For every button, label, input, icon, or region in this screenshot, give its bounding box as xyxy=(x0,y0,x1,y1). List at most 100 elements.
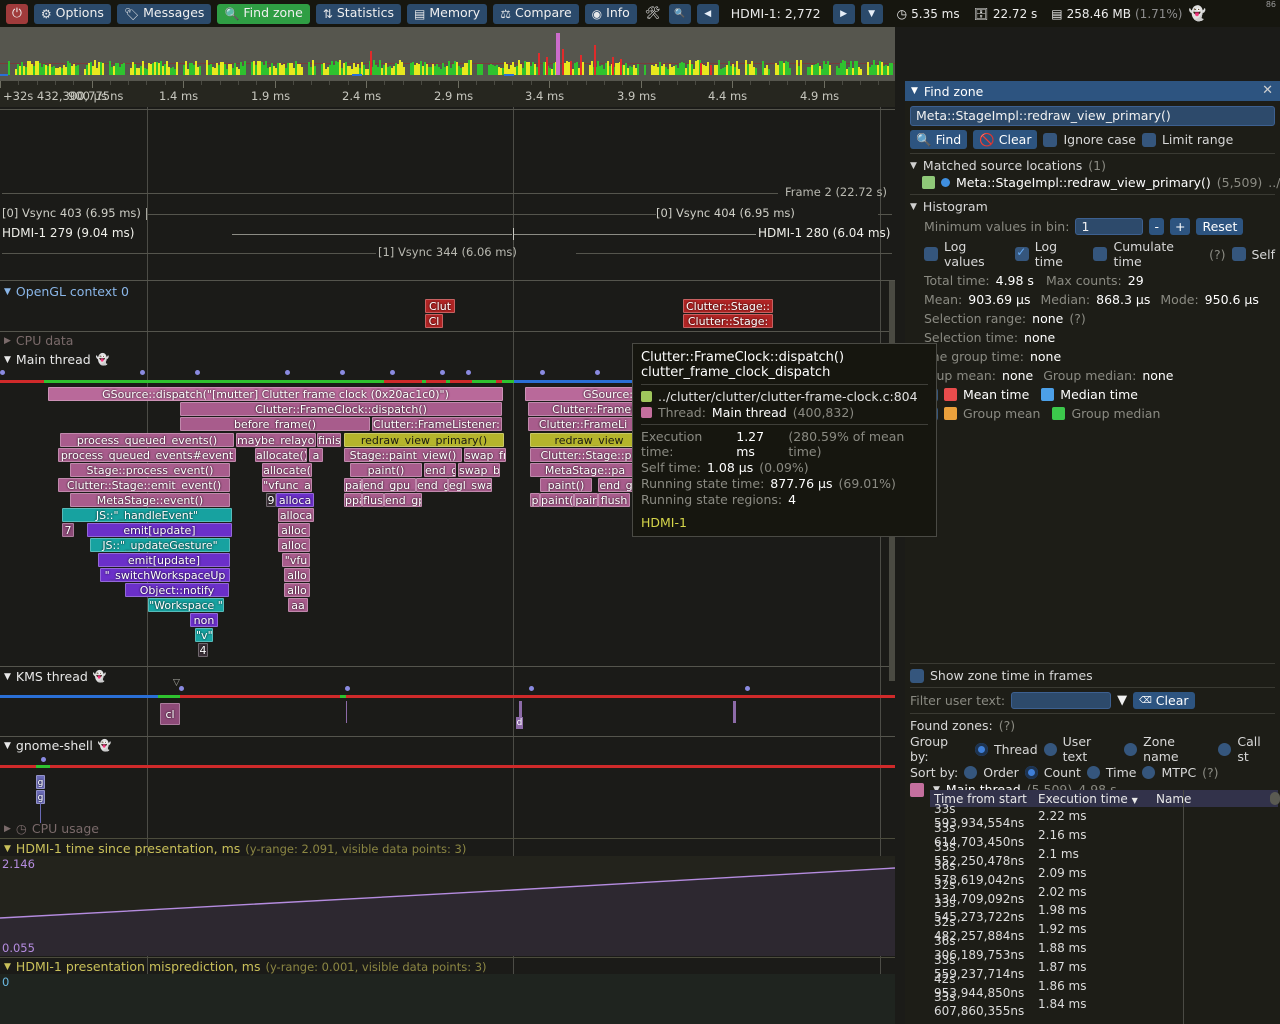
log-values-checkbox[interactable] xyxy=(924,247,938,261)
opengl-zone[interactable]: Cl xyxy=(425,314,443,328)
timeline-zone[interactable]: JS::"_handleEvent" xyxy=(62,508,232,522)
timeline-zone[interactable]: flus xyxy=(362,493,384,507)
timeline-zone[interactable]: Clutter::FrameClock::dispatch() xyxy=(180,402,502,416)
timeline-zone[interactable]: flush xyxy=(598,493,630,507)
track-gnome-shell[interactable]: ▼ gnome-shell 👻 xyxy=(4,738,112,753)
timeline-zone[interactable]: maybe_relayout xyxy=(236,433,316,447)
opengl-zone[interactable]: Clutter::Stage:: xyxy=(683,299,773,313)
timeline-zone[interactable]: finish xyxy=(317,433,341,447)
track-plot-presentation-misprediction[interactable]: ▼ HDMI-1 presentation misprediction, ms … xyxy=(4,959,487,974)
plot-1-area[interactable] xyxy=(0,974,895,1024)
timeline-zone[interactable]: allocate( xyxy=(262,463,312,477)
plot-0-area[interactable] xyxy=(0,856,895,956)
timeline-zone[interactable]: Object::notify xyxy=(125,583,229,597)
timeline-zone[interactable]: Stage::paint_view() xyxy=(344,448,462,462)
next-frame-button[interactable]: ▶ xyxy=(833,4,855,24)
ghost-icon[interactable]: 👻 xyxy=(98,739,112,752)
ghost-icon[interactable]: 👻 xyxy=(93,670,107,683)
sort-by-count-radio[interactable] xyxy=(1025,766,1038,779)
track-plot-time-since-presentation[interactable]: ▼ HDMI-1 time since presentation, ms (y-… xyxy=(4,841,466,856)
selected-radio-icon[interactable] xyxy=(941,178,950,187)
options-button[interactable]: ⚙ Options xyxy=(34,4,111,24)
filter-clear-button[interactable]: ⌫ Clear xyxy=(1133,692,1194,709)
messages-button[interactable]: 🏷 Messages xyxy=(117,4,212,24)
reset-button[interactable]: Reset xyxy=(1196,218,1243,235)
histogram-header[interactable]: ▼ Histogram xyxy=(910,199,1275,214)
group-by-call-stack-radio[interactable] xyxy=(1218,743,1231,756)
timeline-zone[interactable]: paint( xyxy=(540,493,574,507)
timeline-zone[interactable]: 7 xyxy=(62,523,74,537)
prev-frame-button[interactable]: ◀ xyxy=(697,4,719,24)
timeline-zone[interactable]: end_g xyxy=(424,463,456,477)
timeline-zone[interactable]: end_gpu_s xyxy=(362,478,416,492)
statistics-button[interactable]: ⇅ Statistics xyxy=(316,4,401,24)
timeline-zone[interactable]: MetaStage::event() xyxy=(70,493,230,507)
timeline-zone[interactable]: g xyxy=(36,790,45,804)
opengl-zone[interactable]: Clutter::Stage: xyxy=(683,314,773,328)
timeline-zone[interactable]: "v" xyxy=(195,628,213,642)
timeline-zone[interactable]: alloca xyxy=(276,493,314,507)
timeline-zone[interactable]: alloc xyxy=(278,538,310,552)
sort-by-order-radio[interactable] xyxy=(964,766,977,779)
timeline-zone[interactable]: Clutter::Stage::p xyxy=(530,448,642,462)
timeline-zone[interactable]: "Workspace " xyxy=(148,598,224,612)
track-cpu-usage[interactable]: ▶ ◷ CPU usage xyxy=(4,821,99,836)
find-button[interactable]: 🔍 Find xyxy=(910,130,967,149)
timeline-zone[interactable]: Stage::process_event() xyxy=(70,463,230,477)
column-execution-time[interactable]: Execution time ▼ xyxy=(1038,792,1156,806)
close-icon[interactable]: ✕ xyxy=(1262,83,1273,98)
timeline-zone[interactable]: end_g xyxy=(598,478,634,492)
track-main-thread[interactable]: ▼ Main thread 👻 xyxy=(4,352,109,367)
timeline-zone[interactable]: cl xyxy=(160,703,180,725)
tools-icon[interactable]: 🛠 xyxy=(643,4,663,24)
timeline-view[interactable]: +32s 432,300,775ns900 µs1.4 ms1.9 ms2.4 … xyxy=(0,81,895,1024)
sort-by-time-radio[interactable] xyxy=(1087,766,1100,779)
clear-button[interactable]: 🚫 Clear xyxy=(973,130,1037,149)
timeline-zone[interactable]: pai xyxy=(344,478,362,492)
show-zone-time-checkbox[interactable] xyxy=(910,669,924,683)
timeline-zone[interactable]: 9 xyxy=(266,493,276,507)
timeline-zone[interactable]: emit[update] xyxy=(98,553,230,567)
selection-range-help-icon[interactable]: (?) xyxy=(1069,311,1085,326)
timeline-zone[interactable]: swap_fr xyxy=(464,448,506,462)
timeline-zone[interactable]: GSource::dispatch("[mutter] Clutter fram… xyxy=(48,387,503,401)
ghost-icon[interactable]: 👻 xyxy=(96,353,110,366)
min-values-decrement-button[interactable]: - xyxy=(1149,218,1164,235)
timeline-zone[interactable]: JS::"_updateGesture" xyxy=(90,538,230,552)
timeline-zone[interactable]: 4 xyxy=(198,643,208,657)
filter-user-text-input[interactable] xyxy=(1011,692,1111,709)
info-button[interactable]: ◉ Info xyxy=(585,4,637,24)
results-table-body[interactable]: 33s 593,934,554ns2.22 ms33s 614,703,450n… xyxy=(930,807,1278,1014)
table-row[interactable]: 33s 607,860,355ns1.84 ms xyxy=(930,995,1278,1014)
timeline-zone[interactable]: paint() xyxy=(540,478,592,492)
sort-by-help-icon[interactable]: (?) xyxy=(1202,765,1218,780)
timeline-zone[interactable]: a xyxy=(309,448,323,462)
timeline-zone[interactable]: allo xyxy=(284,568,310,582)
timeline-zone[interactable]: Clutter::Stage::emit_event() xyxy=(58,478,230,492)
timeline-zone[interactable]: MetaStage::pa xyxy=(530,463,640,477)
track-kms-thread[interactable]: ▼ KMS thread 👻 xyxy=(4,669,107,684)
timeline-zone[interactable]: swap_b xyxy=(458,463,500,477)
timeline-zone[interactable]: allocate() xyxy=(255,448,307,462)
cumulate-time-checkbox[interactable] xyxy=(1093,247,1107,261)
group-by-user-text-radio[interactable] xyxy=(1044,743,1057,756)
timeline-zone[interactable]: "vfu xyxy=(282,553,310,567)
zoom-icon[interactable]: 🔍 xyxy=(669,4,691,24)
timeline-zone[interactable]: process_queued_events() xyxy=(60,433,234,447)
timeline-zone[interactable]: allo xyxy=(284,583,310,597)
power-icon[interactable]: ⏻ xyxy=(6,4,28,24)
timeline-zone[interactable]: g xyxy=(36,775,45,789)
timeline-zone[interactable]: aa xyxy=(288,598,308,612)
timeline-zone[interactable]: "_switchWorkspaceUp xyxy=(100,568,230,582)
track-cpu-data[interactable]: ▶ CPU data xyxy=(4,333,73,348)
timeline-zone[interactable]: redraw_view xyxy=(530,433,648,447)
timeline-zone[interactable]: p xyxy=(530,493,540,507)
sort-by-mtpc-radio[interactable] xyxy=(1142,766,1155,779)
opengl-zone[interactable]: Clut xyxy=(425,299,455,313)
matched-source-location-row[interactable]: Meta::StageImpl::redraw_view_primary() (… xyxy=(910,175,1275,190)
track-opengl-context[interactable]: ▼ OpenGL context 0 xyxy=(4,284,129,299)
group-by-zone-name-radio[interactable] xyxy=(1124,743,1137,756)
timeline-zone[interactable]: Clutter::FrameLi xyxy=(528,417,638,431)
timeline-zone[interactable]: process_queued_events#event xyxy=(58,448,236,462)
results-scrollbar-thumb[interactable] xyxy=(1270,792,1280,805)
